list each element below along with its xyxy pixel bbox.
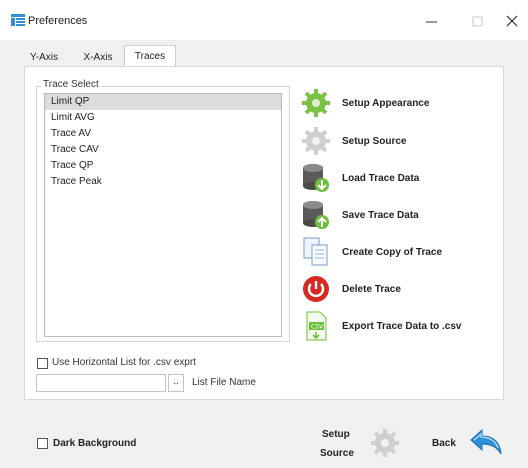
back-arrow-icon: [470, 428, 502, 455]
export-csv-label: Export Trace Data to .csv: [342, 320, 462, 332]
database-load-icon: [298, 161, 334, 195]
back-button[interactable]: Back: [428, 424, 512, 462]
footer-setup-source-button[interactable]: Setup Source: [316, 424, 410, 462]
copy-documents-icon: [298, 235, 334, 269]
create-copy-of-trace-button[interactable]: Create Copy of Trace: [298, 235, 508, 269]
list-item[interactable]: Trace QP: [45, 158, 281, 174]
delete-trace-label: Delete Trace: [342, 283, 401, 295]
dark-background-label: Dark Background: [53, 438, 137, 449]
maximize-button[interactable]: [466, 10, 488, 32]
maximize-icon: [472, 16, 482, 26]
trace-listbox[interactable]: Limit QP Limit AVG Trace AV Trace CAV Tr…: [44, 93, 282, 337]
footer-source-label: Source: [320, 448, 354, 459]
tab-traces[interactable]: Traces: [124, 45, 176, 66]
database-save-icon: [298, 198, 334, 232]
delete-trace-button[interactable]: Delete Trace: [298, 272, 508, 306]
save-trace-data-label: Save Trace Data: [342, 209, 419, 221]
list-item[interactable]: Limit AVG: [45, 110, 281, 126]
setup-appearance-button[interactable]: Setup Appearance: [298, 86, 508, 120]
csv-export-icon: CSV: [298, 309, 334, 343]
back-label: Back: [432, 438, 456, 449]
list-item[interactable]: Trace CAV: [45, 142, 281, 158]
dark-background-checkbox[interactable]: [37, 438, 48, 449]
save-trace-data-button[interactable]: Save Trace Data: [298, 198, 508, 232]
list-item[interactable]: Limit QP: [45, 94, 281, 110]
gear-gray-icon: [298, 124, 334, 158]
load-trace-data-button[interactable]: Load Trace Data: [298, 161, 508, 195]
browse-file-button[interactable]: ..: [168, 374, 184, 392]
svg-text:CSV: CSV: [311, 324, 324, 331]
horizontal-list-checkbox[interactable]: [37, 358, 48, 369]
setup-source-label: Setup Source: [342, 135, 407, 147]
tab-x-axis[interactable]: X-Axis: [76, 48, 120, 66]
horizontal-list-label: Use Horizontal List for .csv exprt: [52, 357, 196, 368]
load-trace-data-label: Load Trace Data: [342, 172, 420, 184]
minimize-button[interactable]: [420, 10, 442, 32]
list-file-name-label: List File Name: [192, 377, 256, 388]
trace-select-legend: Trace Select: [41, 79, 101, 90]
footer-gear-icon: [371, 429, 399, 457]
list-item[interactable]: Trace Peak: [45, 174, 281, 190]
close-icon: [506, 15, 518, 27]
list-item[interactable]: Trace AV: [45, 126, 281, 142]
title-bar: Preferences: [0, 0, 528, 40]
footer-setup-label: Setup: [322, 429, 350, 440]
setup-source-button[interactable]: Setup Source: [298, 124, 508, 158]
create-copy-of-trace-label: Create Copy of Trace: [342, 246, 443, 258]
window-title: Preferences: [28, 15, 88, 27]
gear-green-icon: [298, 86, 334, 120]
app-icon: [11, 14, 25, 26]
power-delete-icon: [298, 272, 334, 306]
close-button[interactable]: [501, 10, 523, 32]
setup-appearance-label: Setup Appearance: [342, 97, 430, 109]
list-file-name-input[interactable]: [36, 374, 166, 392]
export-csv-button[interactable]: CSV Export Trace Data to .csv: [298, 309, 508, 343]
minimize-icon: [425, 21, 437, 22]
tab-y-axis[interactable]: Y-Axis: [24, 48, 64, 66]
